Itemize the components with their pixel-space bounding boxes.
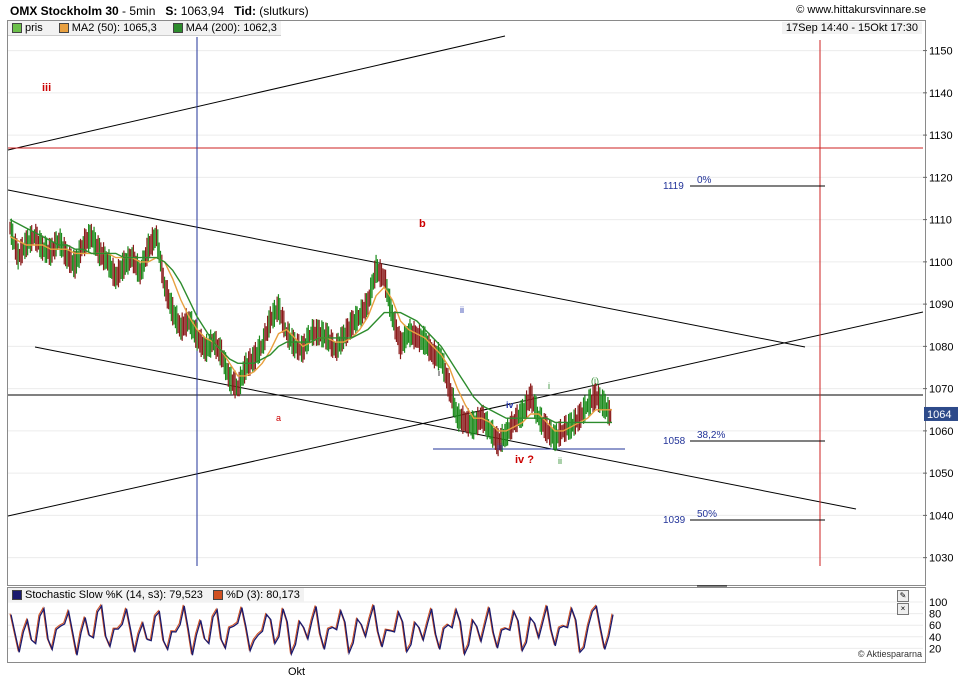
stoch-tick-label: 60 bbox=[929, 620, 941, 632]
panel-tools[interactable]: ✎× bbox=[897, 589, 921, 615]
price-chart: 1030 1040 1050 1060 1070 1080 1090 1100 1110 1120… bbox=[7, 35, 958, 678]
stoch-tick-label: 20 bbox=[929, 643, 941, 655]
fib-price-label: 1119 bbox=[663, 181, 684, 192]
y-tick-label: 1110 bbox=[929, 215, 952, 227]
fib-price-label: 1058 bbox=[663, 436, 686, 447]
legend-stoch-k: Stochastic Slow %K (14, s3): 79,523 bbox=[12, 589, 203, 601]
close-icon[interactable]: × bbox=[897, 603, 909, 615]
wave-label: a bbox=[276, 413, 281, 423]
wave-label: (i) bbox=[591, 376, 599, 386]
wave-label: iv ? bbox=[515, 454, 534, 466]
wave-label: iii bbox=[497, 442, 503, 452]
stoch-tick-label: 40 bbox=[929, 632, 941, 644]
y-tick-label: 1090 bbox=[929, 299, 953, 311]
legend-stoch-d: %D (3): 80,173 bbox=[212, 589, 300, 601]
current-price-value: 1064 bbox=[927, 409, 951, 421]
price-series bbox=[9, 218, 612, 457]
wrench-icon[interactable]: ✎ bbox=[897, 590, 909, 602]
y-tick-label: 1040 bbox=[929, 510, 953, 522]
wave-label: ii bbox=[460, 305, 464, 315]
y-tick-label: 1140 bbox=[929, 88, 953, 100]
wave-label: iv bbox=[506, 400, 514, 410]
fib-percent-label: 50% bbox=[697, 509, 717, 520]
wave-label: ii bbox=[558, 456, 562, 466]
wave-label: i bbox=[438, 368, 440, 378]
y-tick-label: 1050 bbox=[929, 468, 953, 480]
stochastic-legend: Stochastic Slow %K (14, s3): 79,523 %D (… bbox=[8, 588, 304, 602]
wave-label: i bbox=[548, 381, 550, 391]
y-tick-label: 1060 bbox=[929, 426, 953, 438]
y-tick-label: 1150 bbox=[929, 46, 953, 58]
x-tick-label: Okt bbox=[288, 666, 305, 678]
y-tick-label: 1030 bbox=[929, 553, 953, 565]
wave-label: iii bbox=[42, 82, 51, 94]
fib-price-label: 1039 bbox=[663, 515, 686, 526]
y-tick-label: 1070 bbox=[929, 384, 953, 396]
credit-aktiespararna: © Aktiespararna bbox=[857, 649, 922, 659]
y-tick-label: 1120 bbox=[929, 172, 953, 184]
wave-label: b bbox=[419, 218, 426, 230]
y-tick-label: 1100 bbox=[929, 257, 953, 269]
stoch-tick-label: 100 bbox=[929, 597, 947, 609]
y-tick-label: 1130 bbox=[929, 130, 953, 142]
fib-percent-label: 0% bbox=[697, 175, 712, 186]
stoch-tick-label: 80 bbox=[929, 609, 941, 621]
fib-percent-label: 38,2% bbox=[697, 430, 725, 441]
y-tick-label: 1080 bbox=[929, 341, 953, 353]
